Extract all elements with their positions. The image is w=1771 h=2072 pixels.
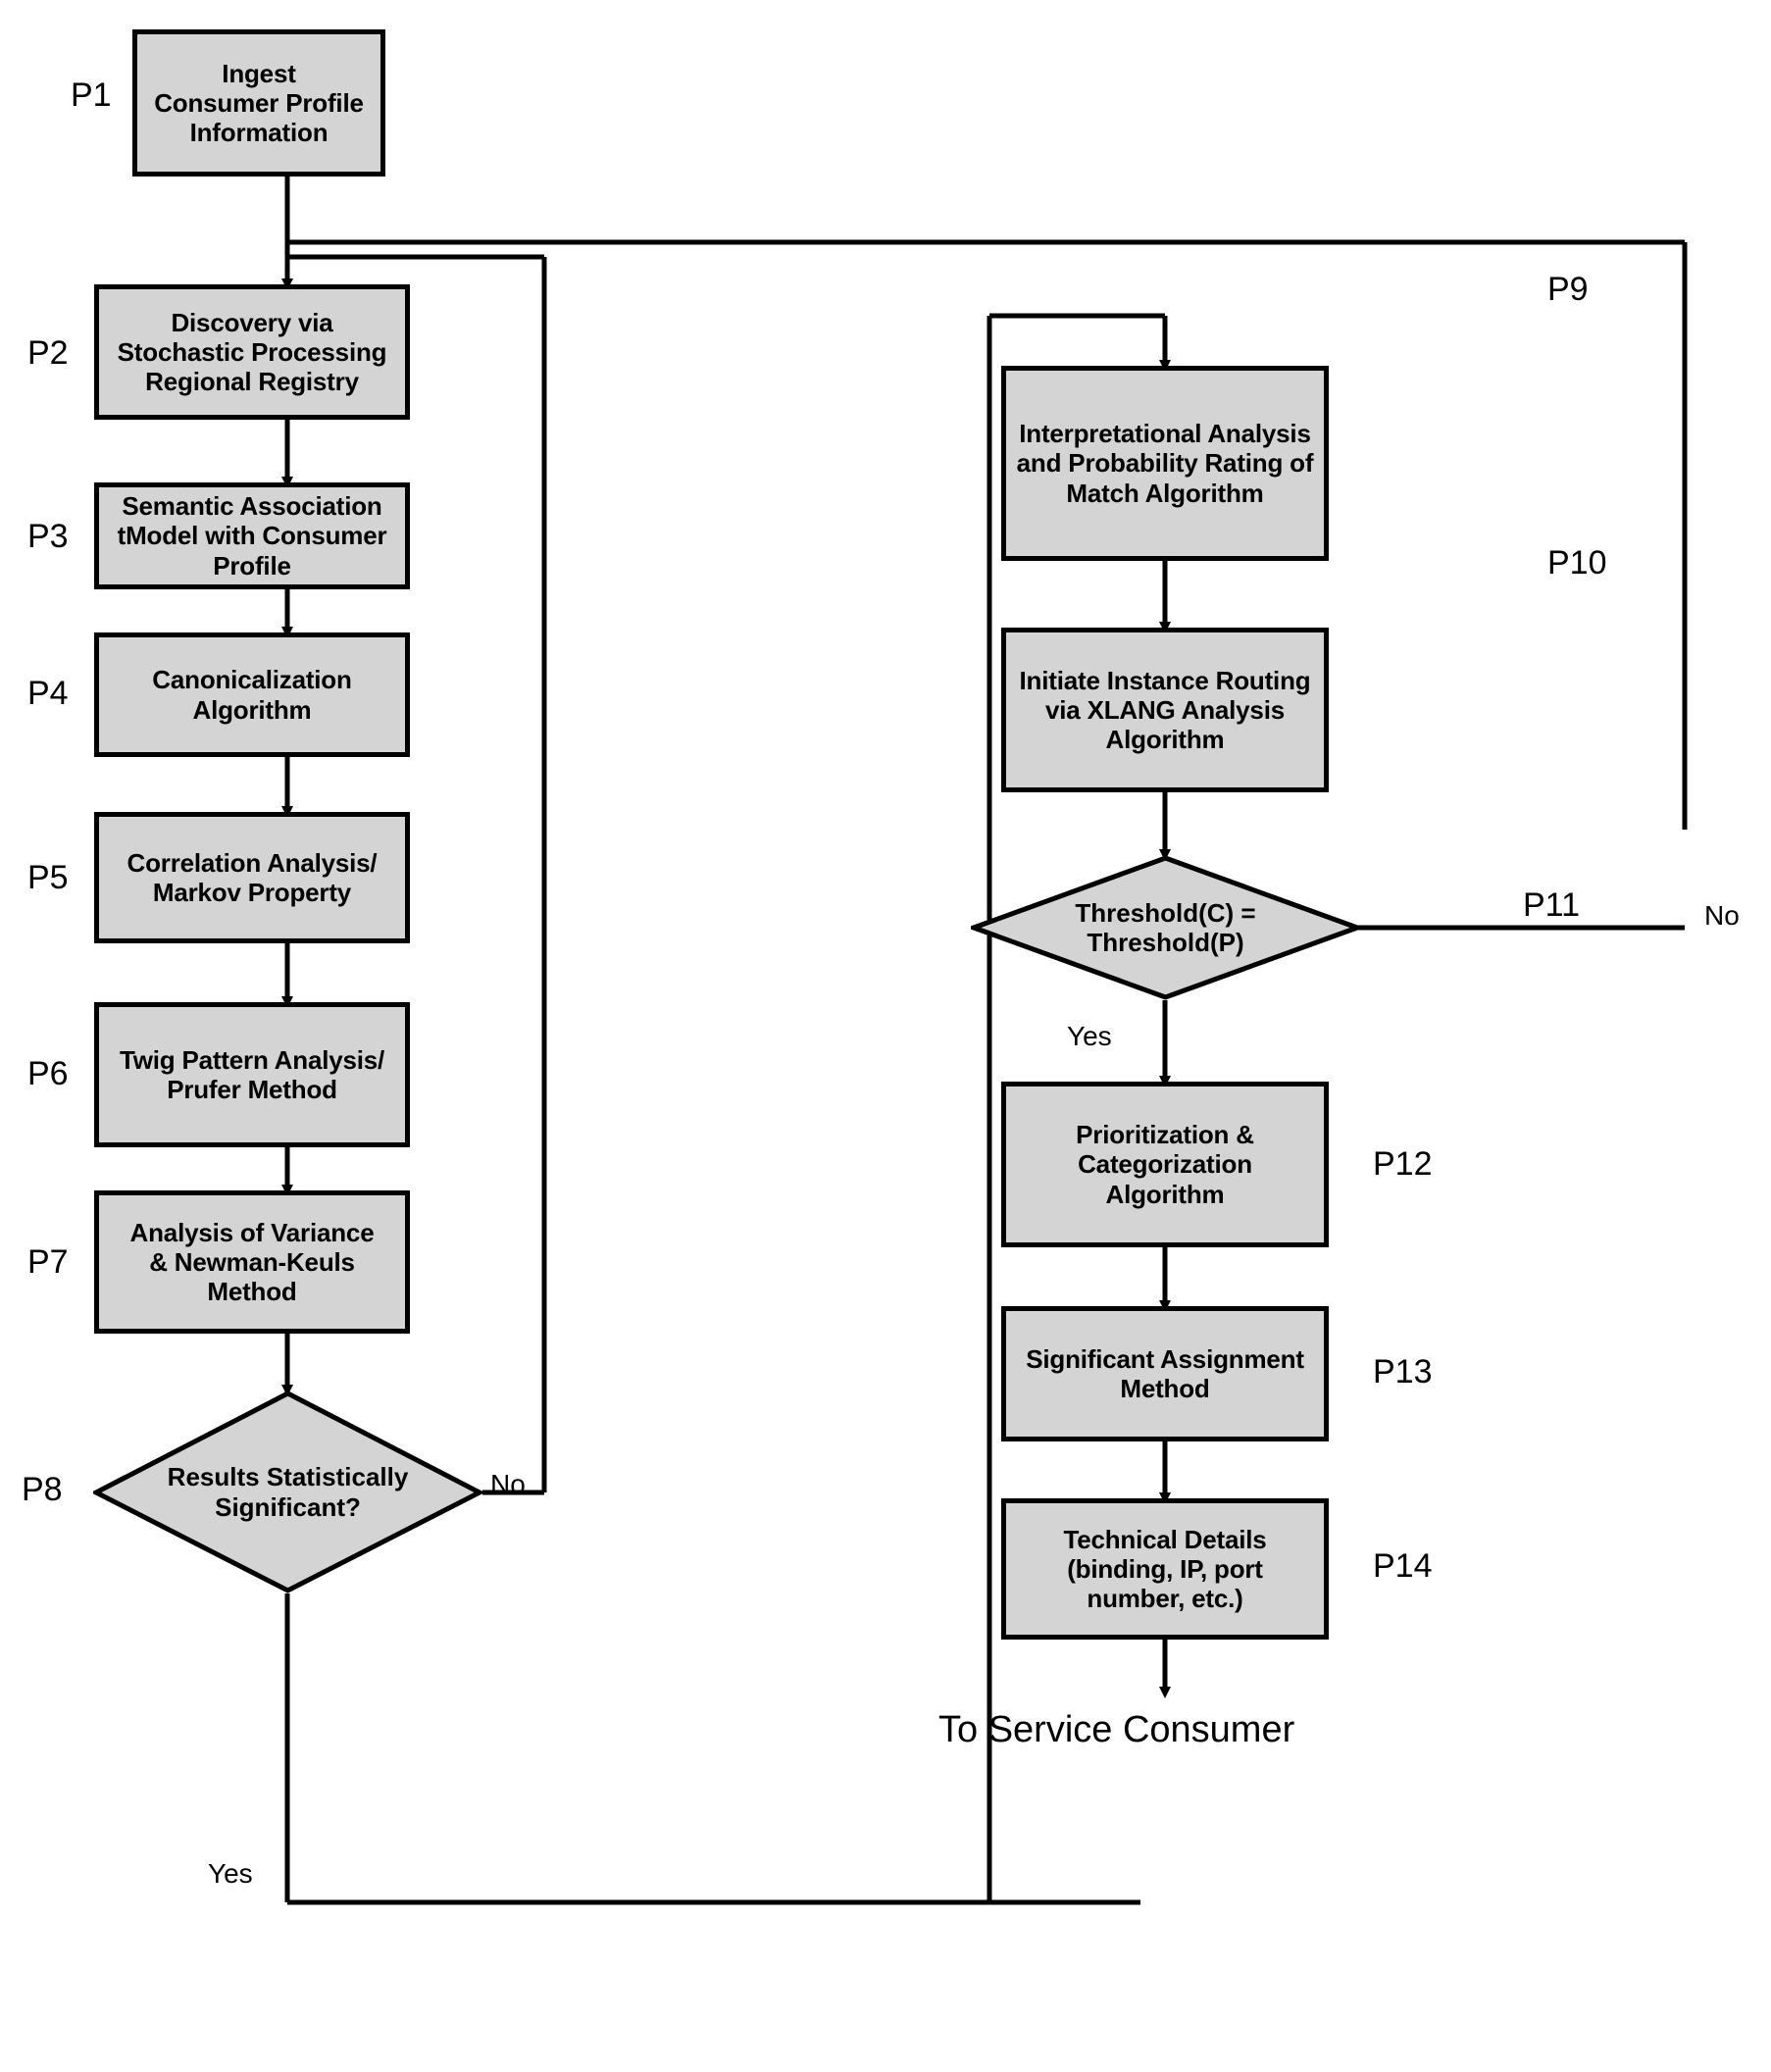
node-tag-p3: P3 (27, 518, 69, 555)
process-node-p1-label: Ingest Consumer Profile Information (154, 58, 364, 148)
process-node-p10-label: Initiate Instance Routing via XLANG Anal… (1019, 665, 1311, 755)
process-node-p2-label: Discovery via Stochastic Processing Regi… (117, 307, 387, 397)
node-tag-p4: P4 (27, 675, 69, 712)
process-node-p2[interactable]: Discovery via Stochastic Processing Regi… (94, 284, 410, 420)
edge-label-p11-no: No (1704, 900, 1740, 931)
node-tag-p6: P6 (27, 1055, 69, 1092)
node-tag-p10: P10 (1547, 544, 1607, 581)
process-node-p9[interactable]: Interpretational Analysis and Probabilit… (1001, 366, 1329, 561)
node-tag-p7: P7 (27, 1243, 69, 1281)
process-node-p4-label: Canonicalization Algorithm (152, 665, 352, 725)
decision-node-p8[interactable]: Results Statistically Significant? (93, 1390, 482, 1593)
decision-node-p11-text: Threshold(C) = Threshold(P) (971, 855, 1360, 1000)
decision-node-p11-label: Threshold(C) = Threshold(P) (1075, 897, 1256, 957)
process-node-p6[interactable]: Twig Pattern Analysis/ Prufer Method (94, 1002, 410, 1147)
process-node-p12-label: Prioritization & Categorization Algorith… (1076, 1120, 1254, 1209)
node-tag-p11: P11 (1523, 886, 1580, 924)
decision-node-p8-label: Results Statistically Significant? (167, 1462, 409, 1522)
decision-node-p8-text: Results Statistically Significant? (93, 1390, 482, 1593)
node-tag-p13: P13 (1373, 1353, 1433, 1390)
process-node-p14-label: Technical Details (binding, IP, port num… (1063, 1524, 1267, 1614)
process-node-p3-label: Semantic Association tModel with Consume… (117, 491, 387, 581)
process-node-p9-label: Interpretational Analysis and Probabilit… (1016, 419, 1314, 508)
node-tag-p14: P14 (1373, 1547, 1433, 1585)
process-node-p5[interactable]: Correlation Analysis/ Markov Property (94, 812, 410, 943)
node-tag-p8: P8 (22, 1471, 63, 1508)
process-node-p7-label: Analysis of Variance & Newman-Keuls Meth… (129, 1217, 375, 1307)
terminal-to-service-consumer: To Service Consumer (938, 1709, 1295, 1750)
node-tag-p12: P12 (1373, 1145, 1433, 1183)
process-node-p1[interactable]: Ingest Consumer Profile Information (132, 29, 385, 177)
decision-node-p11[interactable]: Threshold(C) = Threshold(P) (971, 855, 1360, 1000)
node-tag-p2: P2 (27, 334, 69, 372)
process-node-p7[interactable]: Analysis of Variance & Newman-Keuls Meth… (94, 1190, 410, 1334)
process-node-p12[interactable]: Prioritization & Categorization Algorith… (1001, 1082, 1329, 1247)
process-node-p5-label: Correlation Analysis/ Markov Property (126, 847, 378, 907)
node-tag-p1: P1 (71, 76, 112, 114)
edge-label-p8-no: No (490, 1469, 526, 1499)
process-node-p14[interactable]: Technical Details (binding, IP, port num… (1001, 1498, 1329, 1640)
process-node-p6-label: Twig Pattern Analysis/ Prufer Method (119, 1044, 385, 1104)
process-node-p13-label: Significant Assignment Method (1026, 1343, 1304, 1403)
flowchart-canvas: Ingest Consumer Profile Information P1 D… (0, 0, 1771, 2072)
process-node-p3[interactable]: Semantic Association tModel with Consume… (94, 482, 410, 589)
edge-label-p11-yes: Yes (1067, 1021, 1112, 1051)
process-node-p13[interactable]: Significant Assignment Method (1001, 1306, 1329, 1441)
node-tag-p9: P9 (1547, 271, 1589, 308)
edge-label-p8-yes: Yes (208, 1858, 253, 1889)
node-tag-p5: P5 (27, 859, 69, 896)
process-node-p10[interactable]: Initiate Instance Routing via XLANG Anal… (1001, 628, 1329, 792)
process-node-p4[interactable]: Canonicalization Algorithm (94, 632, 410, 757)
